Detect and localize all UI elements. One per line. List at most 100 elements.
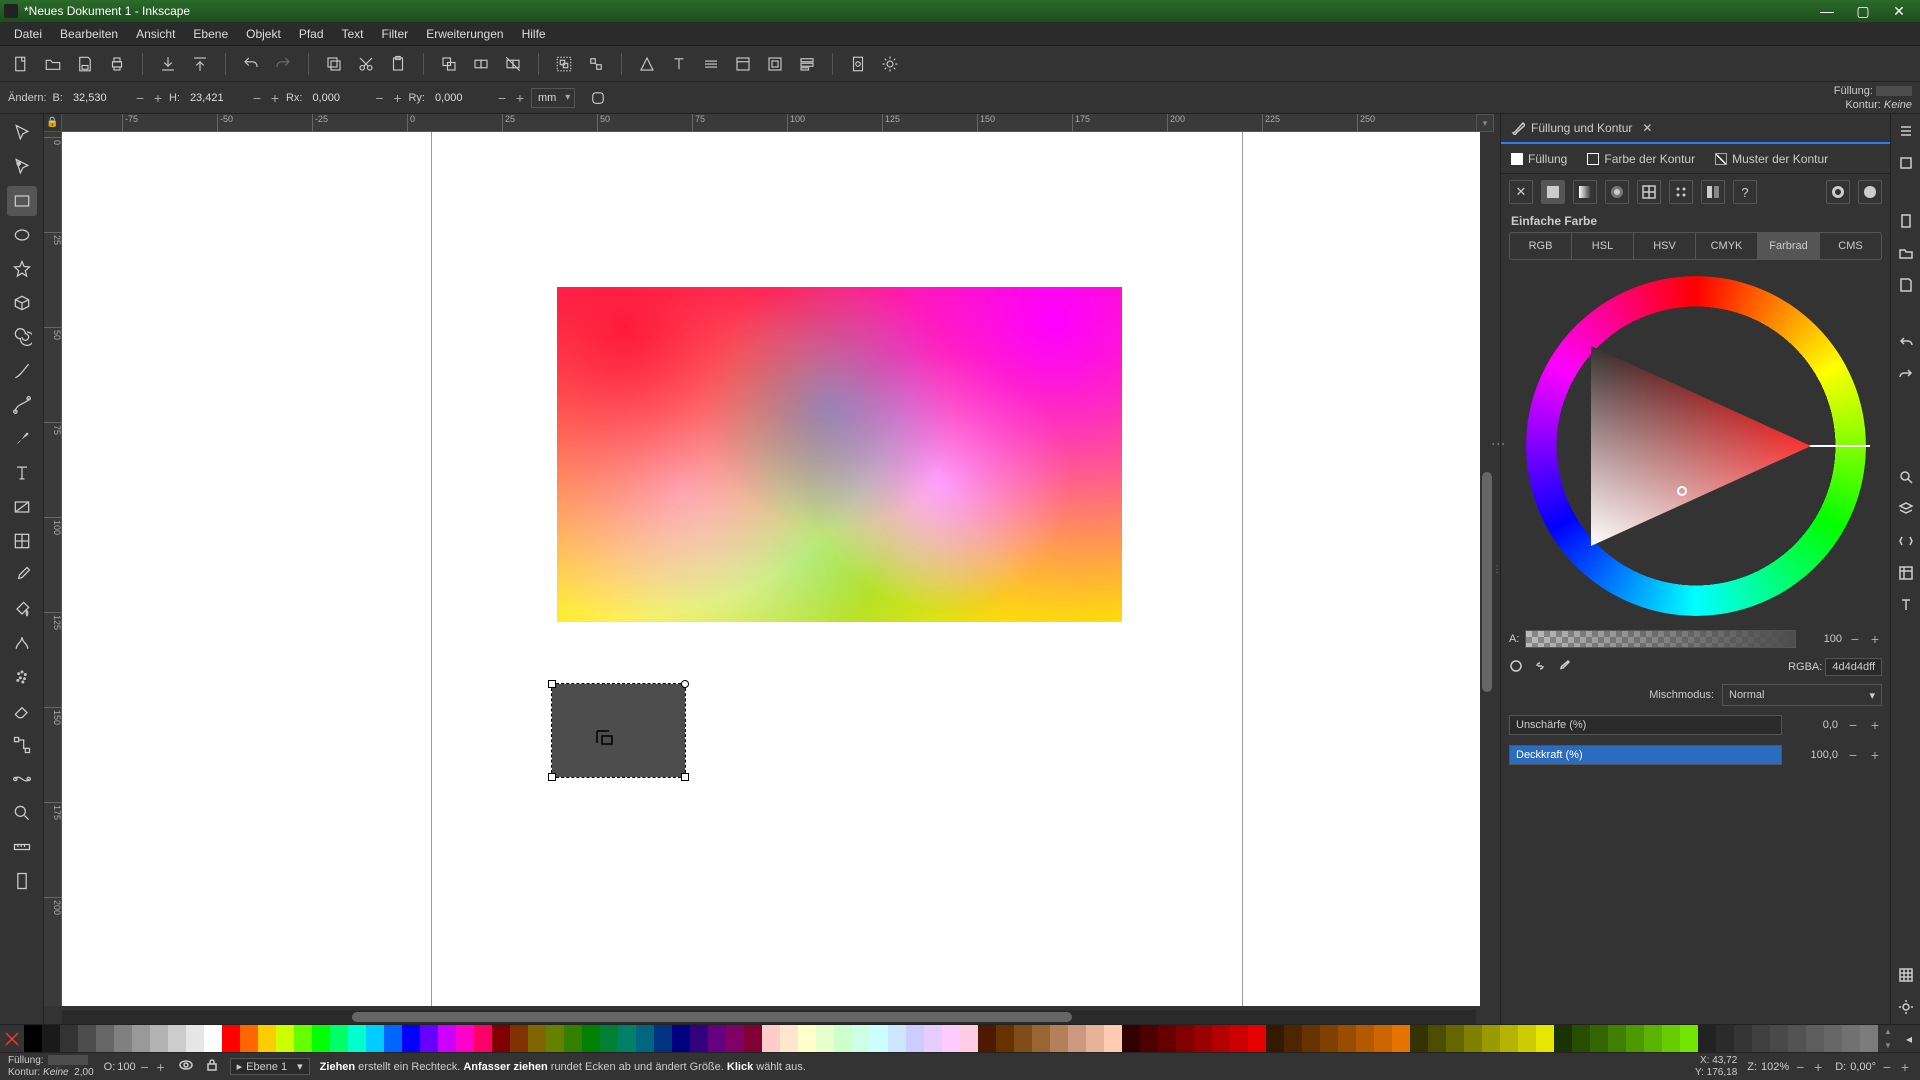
palette-swatch[interactable] [276,1025,294,1052]
palette-swatch[interactable] [132,1025,150,1052]
strip-zoom-icon[interactable] [1895,466,1917,488]
save-button[interactable] [72,51,98,77]
palette-swatch[interactable] [114,1025,132,1052]
strip-more-1[interactable] [1895,120,1917,142]
palette-menu-button[interactable]: ◂ [1898,1025,1920,1052]
blend-mode-dropdown[interactable]: Normal▾ [1722,684,1882,706]
palette-swatch[interactable] [24,1025,42,1052]
palette-swatch[interactable] [402,1025,420,1052]
palette-swatch[interactable] [870,1025,888,1052]
pencil-tool[interactable] [7,356,37,386]
strip-redo-icon[interactable] [1895,364,1917,386]
palette-swatch[interactable] [366,1025,384,1052]
palette-swatch[interactable] [1680,1025,1698,1052]
node-tool[interactable] [7,152,37,182]
dropper-tool[interactable] [7,560,37,590]
palette-swatch[interactable] [150,1025,168,1052]
palette-swatch[interactable] [1590,1025,1608,1052]
palette-none-swatch[interactable] [0,1025,24,1052]
palette-swatch[interactable] [1482,1025,1500,1052]
bezier-tool[interactable] [7,390,37,420]
minimize-button[interactable]: — [1810,2,1844,20]
palette-swatch[interactable] [330,1025,348,1052]
status-stroke-value[interactable]: Keine [43,1067,69,1078]
selector-tool[interactable] [7,118,37,148]
alpha-increment[interactable]: + [1868,629,1882,649]
zoom-out[interactable]: − [1793,1057,1807,1077]
palette-swatch[interactable] [690,1025,708,1052]
palette-swatch[interactable] [906,1025,924,1052]
reset-corners-button[interactable] [585,85,611,111]
strip-layers-icon[interactable] [1895,498,1917,520]
subtab-stroke-paint[interactable]: Farbe der Kontur [1577,146,1705,172]
spray-tool[interactable] [7,662,37,692]
menu-help[interactable]: Hilfe [514,24,554,44]
palette-swatch[interactable] [582,1025,600,1052]
palette-swatch[interactable] [204,1025,222,1052]
palette-swatch[interactable] [978,1025,996,1052]
layer-visibility-icon[interactable] [178,1057,194,1076]
palette-swatch[interactable] [222,1025,240,1052]
palette-swatch[interactable] [384,1025,402,1052]
palette-swatch[interactable] [636,1025,654,1052]
strip-xml-icon[interactable] [1895,530,1917,552]
menu-view[interactable]: Ansicht [128,24,183,44]
status-opacity-value[interactable]: 100 [117,1061,135,1073]
status-stroke-width[interactable]: 2,00 [74,1067,93,1078]
height-increment[interactable]: + [268,88,282,108]
palette-swatch[interactable] [1446,1025,1464,1052]
palette-swatch[interactable] [1158,1025,1176,1052]
menu-layer[interactable]: Ebene [185,24,236,44]
alpha-slider[interactable] [1525,630,1796,648]
palette-swatch[interactable] [348,1025,366,1052]
palette-swatch[interactable] [1554,1025,1572,1052]
palette-swatch[interactable] [1572,1025,1590,1052]
menu-filter[interactable]: Filter [374,24,417,44]
lpe-tool[interactable] [7,764,37,794]
strip-selectors-icon[interactable] [1895,562,1917,584]
palette-swatch[interactable] [564,1025,582,1052]
layer-dropdown[interactable]: ▸Ebene 1▾ [230,1058,310,1075]
mode-wheel[interactable]: Farbrad [1758,232,1820,260]
canvas-viewport[interactable] [62,132,1494,1006]
paintbucket-tool[interactable] [7,594,37,624]
palette-swatch[interactable] [1176,1025,1194,1052]
alpha-value[interactable]: 100 [1802,633,1842,645]
palette-swatch[interactable] [1860,1025,1878,1052]
rx-decrement[interactable]: − [372,88,386,108]
palette-swatch[interactable] [78,1025,96,1052]
clone-button[interactable] [468,51,494,77]
palette-swatch[interactable] [1194,1025,1212,1052]
rx-input[interactable] [308,88,368,108]
ruler-origin-lock-icon[interactable]: 🔒 [44,114,62,132]
palette-swatch[interactable] [1086,1025,1104,1052]
palette-swatch[interactable] [438,1025,456,1052]
opacity-value[interactable]: 100,0 [1790,749,1838,761]
mode-cmyk[interactable]: CMYK [1696,232,1758,260]
paint-mesh-button[interactable] [1637,180,1661,204]
palette-swatch[interactable] [240,1025,258,1052]
palette-swatch[interactable] [1464,1025,1482,1052]
ry-decrement[interactable]: − [495,88,509,108]
strip-undo-icon[interactable] [1895,332,1917,354]
width-input[interactable] [69,88,129,108]
strip-grid-icon[interactable] [1895,964,1917,986]
palette-swatch[interactable] [654,1025,672,1052]
palette-swatch[interactable] [1104,1025,1122,1052]
status-opacity-decrement[interactable]: − [138,1057,152,1077]
3dbox-tool[interactable] [7,288,37,318]
palette-scroll[interactable]: ▲▼ [1878,1025,1898,1052]
strip-text-icon[interactable] [1895,594,1917,616]
strip-open-icon[interactable] [1895,242,1917,264]
paint-flat-button[interactable] [1541,180,1565,204]
star-tool[interactable] [7,254,37,284]
palette-swatch[interactable] [1752,1025,1770,1052]
paint-unknown-button[interactable]: ? [1733,180,1757,204]
group-button[interactable] [551,51,577,77]
subtab-fill[interactable]: Füllung [1501,146,1577,172]
print-button[interactable] [104,51,130,77]
vertical-ruler[interactable]: 0255075100125150175200 [44,132,62,1006]
palette-swatch[interactable] [528,1025,546,1052]
palette-swatch[interactable] [1338,1025,1356,1052]
new-document-button[interactable] [8,51,34,77]
